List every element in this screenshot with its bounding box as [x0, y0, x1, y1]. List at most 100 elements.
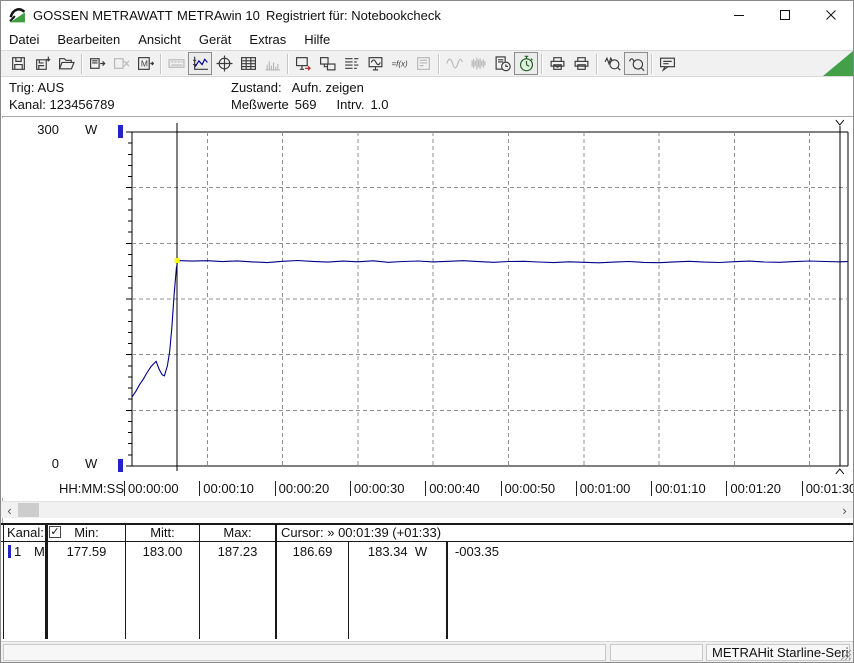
x-tick-label: 00:00:30: [349, 481, 405, 496]
menu-datei[interactable]: Datei: [1, 30, 48, 49]
toolbar-button-panel-meter[interactable]: [411, 52, 435, 75]
y-axis-min-label: 0: [51, 456, 59, 471]
toolbar-button-open-folder[interactable]: [54, 52, 78, 75]
close-icon: [825, 10, 836, 20]
note-icon: [659, 57, 675, 72]
sine-wave-icon: [445, 58, 463, 69]
header-max: Max:: [223, 525, 252, 540]
x-tick-label: 00:01:00: [575, 481, 630, 496]
row-channel-color-bar: [8, 545, 11, 558]
toolbar-separator: [651, 53, 652, 74]
toolbar-button-sine-wave[interactable]: [442, 52, 466, 75]
toolbar-button-screen-copy[interactable]: [291, 52, 315, 75]
maximize-button[interactable]: [762, 1, 807, 29]
toolbar-button-line-chart-view[interactable]: [188, 52, 212, 75]
channel-list-icon: [344, 58, 358, 69]
y-axis-unit-bottom: W: [85, 456, 98, 471]
toolbar-button-lcd-display[interactable]: [164, 52, 188, 75]
status-bar: METRAHit Starline-Seri: [1, 641, 853, 662]
cursor-2-top-handle: [835, 119, 845, 126]
menu-hilfe[interactable]: Hilfe: [295, 30, 339, 49]
cursor-trace-marker: [174, 258, 180, 264]
table-header-separator: [1, 541, 853, 542]
menu-bearbeiten[interactable]: Bearbeiten: [48, 30, 129, 49]
xy-view-icon: [216, 55, 232, 72]
scroll-left-button[interactable]: ‹: [1, 502, 18, 518]
cursor-2-bottom-handle: [835, 468, 845, 475]
toolbar-separator: [541, 53, 542, 74]
bar-chart-view-icon: [265, 61, 280, 71]
toolbar-button-zoom-mode[interactable]: [624, 52, 648, 75]
status-panel-main: [3, 644, 606, 661]
toolbar-button-stopwatch[interactable]: [514, 52, 538, 75]
toolbar-button-formula[interactable]: =f(x): [387, 52, 411, 75]
row-cursor-a-value: 186.69: [292, 544, 333, 559]
toolbar-corner-triangle: [823, 51, 853, 76]
toolbar-button-xy-view[interactable]: [212, 52, 236, 75]
row-channel-number: 1: [14, 544, 22, 559]
toolbar-button-table-view[interactable]: [236, 52, 260, 75]
toolbar-button-time-record[interactable]: [490, 52, 514, 75]
chart-panel: 300 W 0 W HH:MM:SS 00:00:00 00:00:10 00:00…: [1, 118, 853, 498]
row-cursor-b-value: 183.34 W: [367, 544, 428, 559]
x-tick-label: 00:01:30: [801, 481, 853, 496]
menu-geraet[interactable]: Gerät: [190, 30, 241, 49]
menu-ansicht[interactable]: Ansicht: [129, 30, 190, 49]
toolbar-button-save[interactable]: [6, 52, 30, 75]
device-export-icon: [89, 58, 106, 69]
channel-color-marker-top: [118, 125, 123, 138]
measurement-trace: [131, 259, 848, 398]
zoom-mode-icon: [628, 58, 645, 72]
envelope-wave-icon: [471, 57, 485, 70]
toolbar-button-device-clear[interactable]: [109, 52, 133, 75]
x-tick-label: 00:00:40: [425, 481, 480, 496]
toolbar-button-note[interactable]: [655, 52, 679, 75]
app-logo-icon: [9, 8, 26, 23]
x-tick-label: 00:00:20: [274, 481, 329, 496]
scroll-right-button[interactable]: ›: [836, 502, 853, 518]
messwerte-status: Meßwerte 569 Intrv. 1.0: [231, 97, 389, 112]
toolbar-button-device-export[interactable]: [85, 52, 109, 75]
close-button[interactable]: [808, 1, 853, 29]
header-kanal: Kanal:: [7, 525, 44, 540]
device-transfer-icon: [319, 57, 336, 71]
trig-status: Trig: AUS: [9, 80, 65, 95]
toolbar-button-bar-chart-view[interactable]: [260, 52, 284, 75]
row-delta-value: -003.35: [454, 544, 499, 559]
toolbar-button-monitor[interactable]: [363, 52, 387, 75]
toolbar-button-print[interactable]: [569, 52, 593, 75]
x-tick-label: 00:01:10: [651, 481, 706, 496]
x-axis-format-label: HH:MM:SS: [59, 481, 124, 496]
status-panel-device: METRAHit Starline-Seri: [706, 644, 850, 661]
toolbar-button-save-as[interactable]: [30, 52, 54, 75]
horizontal-scrollbar[interactable]: ‹ ›: [1, 501, 853, 518]
title-registration: Registriert für: Notebookcheck: [266, 8, 441, 23]
scrollbar-thumb[interactable]: [18, 503, 39, 517]
resize-grip[interactable]: [839, 648, 852, 661]
row-max-value: 187.23: [217, 544, 258, 559]
save-as-icon: [35, 56, 51, 70]
toolbar-button-zoom-wave[interactable]: [600, 52, 624, 75]
toolbar-button-print-report[interactable]: [545, 52, 569, 75]
toolbar-separator: [160, 53, 161, 74]
toolbar-button-channel-list[interactable]: [339, 52, 363, 75]
title-app-name: METRAwin 10: [177, 8, 260, 23]
chart-plot-area[interactable]: [1, 118, 853, 498]
line-chart-view-icon: [192, 56, 208, 70]
device-memory-icon: M: [137, 57, 154, 70]
minimize-button[interactable]: [716, 1, 761, 29]
toolbar-button-device-memory[interactable]: M: [133, 52, 157, 75]
y-axis-max-label: 300: [37, 122, 59, 137]
toolbar-button-envelope-wave[interactable]: [466, 52, 490, 75]
toolbar-separator: [81, 53, 82, 74]
channel-color-marker-bottom: [118, 459, 123, 472]
x-axis-labels: HH:MM:SS 00:00:00 00:00:10 00:00:20 00:00:3…: [1, 481, 853, 497]
screen-copy-icon: [295, 57, 311, 71]
row-mitt-value: 183.00: [142, 544, 183, 559]
stopwatch-icon: [519, 55, 533, 72]
zustand-status: Zustand: Aufn. zeigen: [231, 80, 364, 95]
menu-extras[interactable]: Extras: [240, 30, 295, 49]
toolbar-button-device-transfer[interactable]: [315, 52, 339, 75]
lcd-display-icon: [167, 59, 185, 68]
svg-text:M: M: [140, 59, 147, 69]
